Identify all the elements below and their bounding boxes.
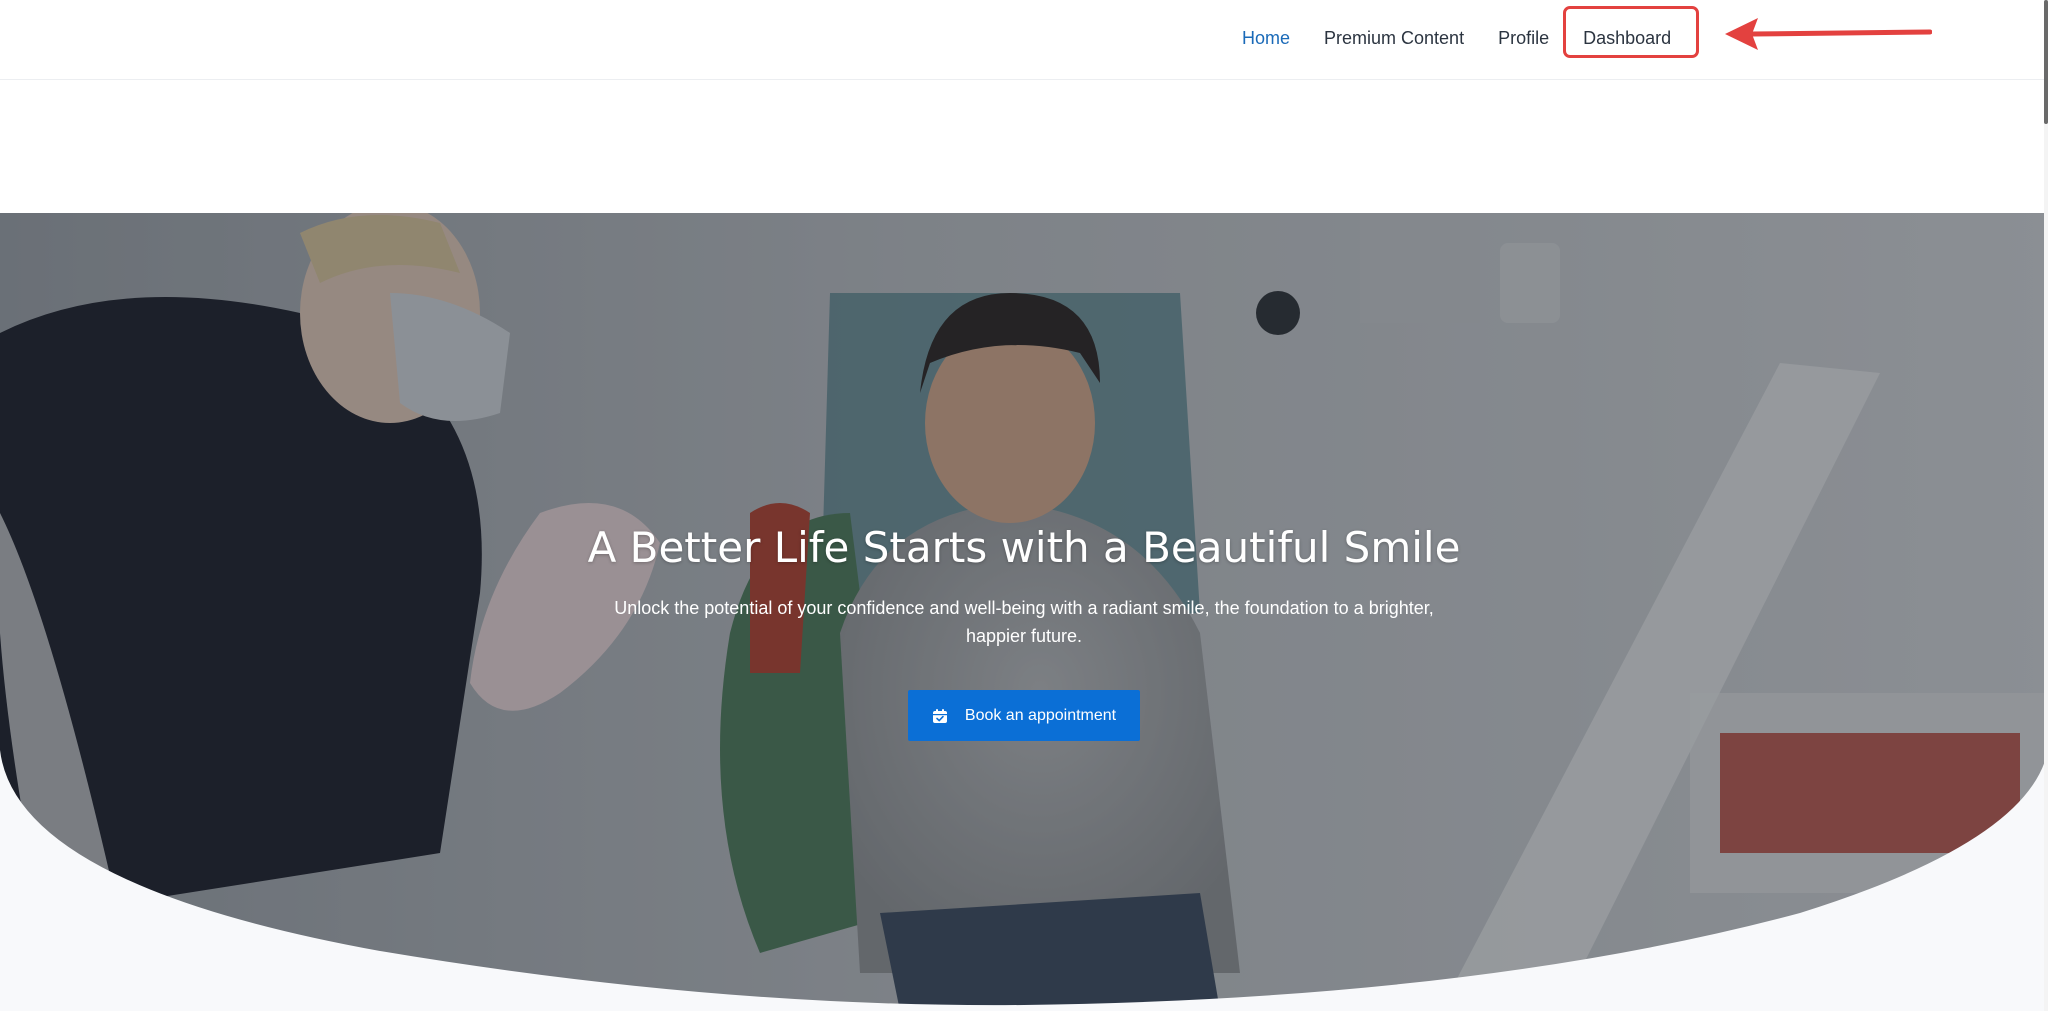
page-scrollbar-thumb[interactable]	[2044, 0, 2048, 124]
hero-title: A Better Life Starts with a Beautiful Sm…	[587, 523, 1461, 572]
book-appointment-label: Book an appointment	[964, 706, 1117, 724]
calendar-check-icon	[932, 708, 947, 723]
hero-section: A Better Life Starts with a Beautiful Sm…	[0, 213, 2048, 1011]
book-appointment-button[interactable]: Book an appointment	[908, 690, 1140, 741]
nav-item-profile[interactable]: Profile	[1481, 28, 1566, 49]
annotation-arrow-icon	[1725, 18, 1932, 50]
nav-item-home[interactable]: Home	[1225, 28, 1307, 49]
nav-item-premium-content[interactable]: Premium Content	[1307, 28, 1481, 49]
page: Home Premium Content Profile Dashboard A…	[0, 0, 2048, 1011]
hero-subtitle: Unlock the potential of your confidence …	[614, 598, 1434, 646]
hero-content: A Better Life Starts with a Beautiful Sm…	[0, 523, 2048, 741]
dashboard-highlight-box	[1563, 6, 1699, 58]
page-scrollbar[interactable]	[2044, 0, 2048, 1011]
